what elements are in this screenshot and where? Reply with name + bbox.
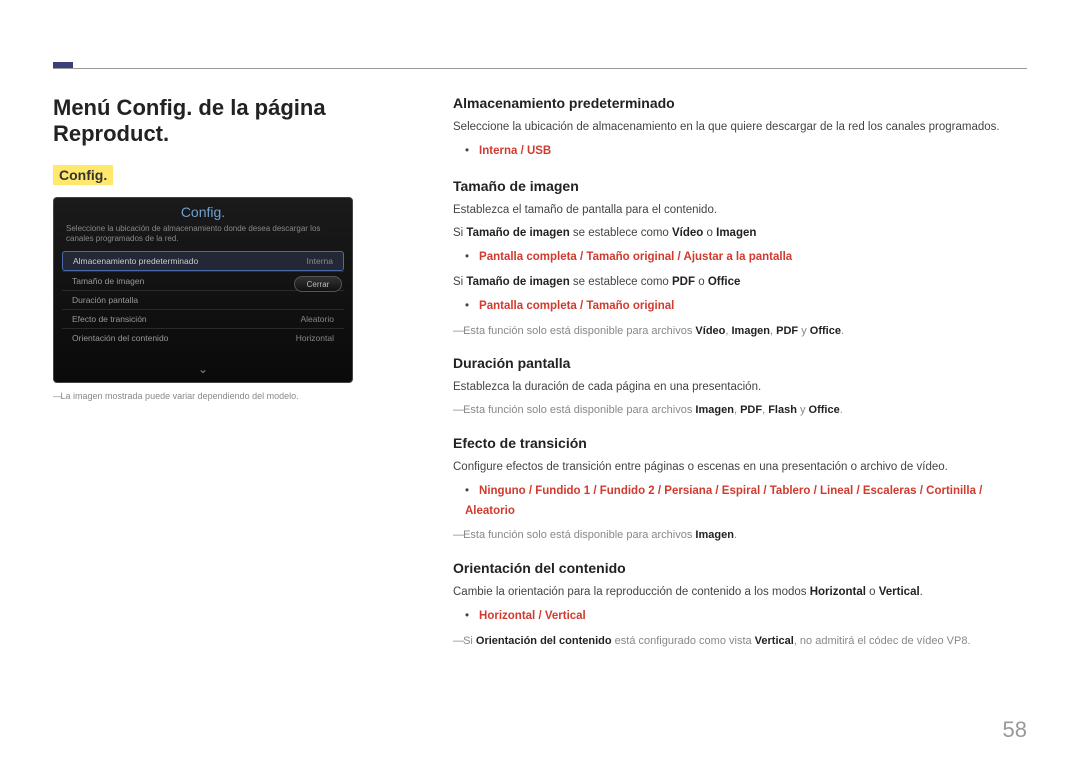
text: Si Tamaño de imagen se establece como Ví… — [453, 225, 1027, 242]
right-column: Almacenamiento predeterminado Seleccione… — [453, 95, 1027, 665]
section-image-size: Tamaño de imagen Establezca el tamaño de… — [453, 178, 1027, 339]
ss-row-value: Interna — [307, 256, 333, 266]
option-list: Interna / USB — [465, 142, 1027, 162]
heading-orientation: Orientación del contenido — [453, 560, 1027, 576]
config-highlight-label: Config. — [53, 165, 113, 185]
ss-row-label: Tamaño de imagen — [72, 276, 144, 286]
ss-row-orientation: Orientación del contenido Horizontal — [62, 328, 344, 347]
ss-close-button: Cerrar — [294, 276, 342, 292]
page-number: 58 — [1003, 717, 1027, 743]
ss-row-value: Aleatorio — [300, 314, 334, 324]
config-screenshot: Config. Seleccione la ubicación de almac… — [53, 197, 353, 383]
section-storage: Almacenamiento predeterminado Seleccione… — [453, 95, 1027, 162]
ss-row-label: Orientación del contenido — [72, 333, 168, 343]
ss-row-transition: Efecto de transición Aleatorio — [62, 309, 344, 328]
ss-row-label: Efecto de transición — [72, 314, 147, 324]
text: Establezca la duración de cada página en… — [453, 379, 1027, 396]
ss-row-label: Almacenamiento predeterminado — [73, 256, 198, 266]
option-list: Pantalla completa / Tamaño original — [465, 297, 1027, 317]
chevron-down-icon: ⌄ — [198, 362, 208, 376]
text: Cambie la orientación para la reproducci… — [453, 584, 1027, 601]
image-disclaimer: La imagen mostrada puede variar dependie… — [53, 391, 413, 401]
section-duration: Duración pantalla Establezca la duración… — [453, 355, 1027, 419]
ss-row-duration: Duración pantalla — [62, 290, 344, 309]
section-orientation: Orientación del contenido Cambie la orie… — [453, 560, 1027, 649]
note: Esta función solo está disponible para a… — [453, 527, 1027, 544]
ss-description: Seleccione la ubicación de almacenamient… — [54, 224, 352, 251]
ss-row-storage: Almacenamiento predeterminado Interna — [62, 251, 344, 271]
note: Esta función solo está disponible para a… — [453, 402, 1027, 419]
heading-storage: Almacenamiento predeterminado — [453, 95, 1027, 111]
ss-row-value: Horizontal — [296, 333, 334, 343]
note: Si Orientación del contenido está config… — [453, 633, 1027, 650]
ss-list: Almacenamiento predeterminado Interna Ta… — [54, 251, 352, 347]
heading-image-size: Tamaño de imagen — [453, 178, 1027, 194]
note: Esta función solo está disponible para a… — [453, 323, 1027, 340]
left-column: Menú Config. de la página Reproduct. Con… — [53, 95, 413, 665]
text: Seleccione la ubicación de almacenamient… — [453, 119, 1027, 136]
option-list: Horizontal / Vertical — [465, 607, 1027, 627]
header-divider — [53, 68, 1027, 69]
ss-title: Config. — [54, 198, 352, 224]
text: Configure efectos de transición entre pá… — [453, 459, 1027, 476]
heading-transition: Efecto de transición — [453, 435, 1027, 451]
option-list: Ninguno / Fundido 1 / Fundido 2 / Persia… — [465, 482, 1027, 521]
text: Si Tamaño de imagen se establece como PD… — [453, 274, 1027, 291]
section-transition: Efecto de transición Configure efectos d… — [453, 435, 1027, 544]
option-list: Pantalla completa / Tamaño original / Aj… — [465, 248, 1027, 268]
page-title: Menú Config. de la página Reproduct. — [53, 95, 413, 147]
ss-row-label: Duración pantalla — [72, 295, 138, 305]
page-content: Menú Config. de la página Reproduct. Con… — [53, 95, 1027, 665]
heading-duration: Duración pantalla — [453, 355, 1027, 371]
text: Establezca el tamaño de pantalla para el… — [453, 202, 1027, 219]
